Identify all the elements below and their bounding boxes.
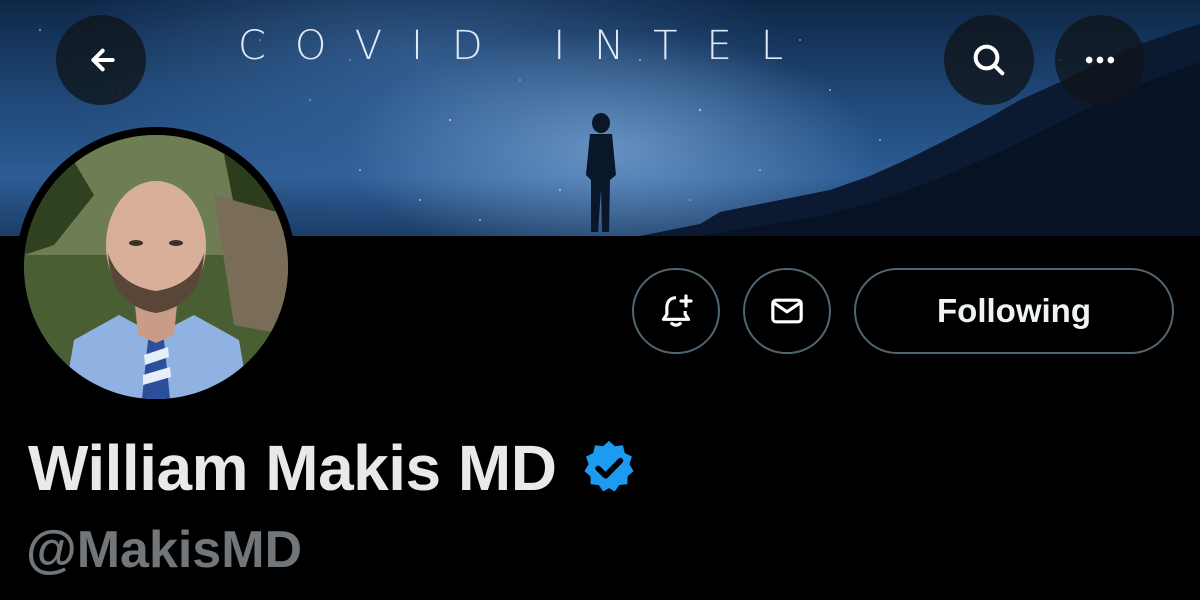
- more-options-button[interactable]: [1055, 15, 1145, 105]
- back-button[interactable]: [56, 15, 146, 105]
- search-button[interactable]: [944, 15, 1034, 105]
- display-name: William Makis MD: [28, 432, 557, 504]
- following-label: Following: [937, 292, 1091, 329]
- message-button[interactable]: [743, 268, 831, 354]
- search-icon: [973, 44, 1005, 76]
- notifications-button[interactable]: [632, 268, 720, 354]
- verified-badge-icon[interactable]: [578, 437, 640, 499]
- more-horizontal-icon: [1085, 56, 1115, 64]
- avatar-photo: [24, 135, 288, 399]
- bell-plus-icon: [661, 294, 693, 327]
- following-button[interactable]: Following: [854, 268, 1174, 354]
- profile-handle: @MakisMD: [26, 521, 303, 579]
- banner-title: COVID INTEL: [238, 23, 813, 69]
- profile-avatar[interactable]: [16, 127, 296, 407]
- profile-name-row: William Makis MD: [28, 428, 640, 508]
- arrow-left-icon: [91, 48, 115, 72]
- envelope-icon: [771, 298, 803, 324]
